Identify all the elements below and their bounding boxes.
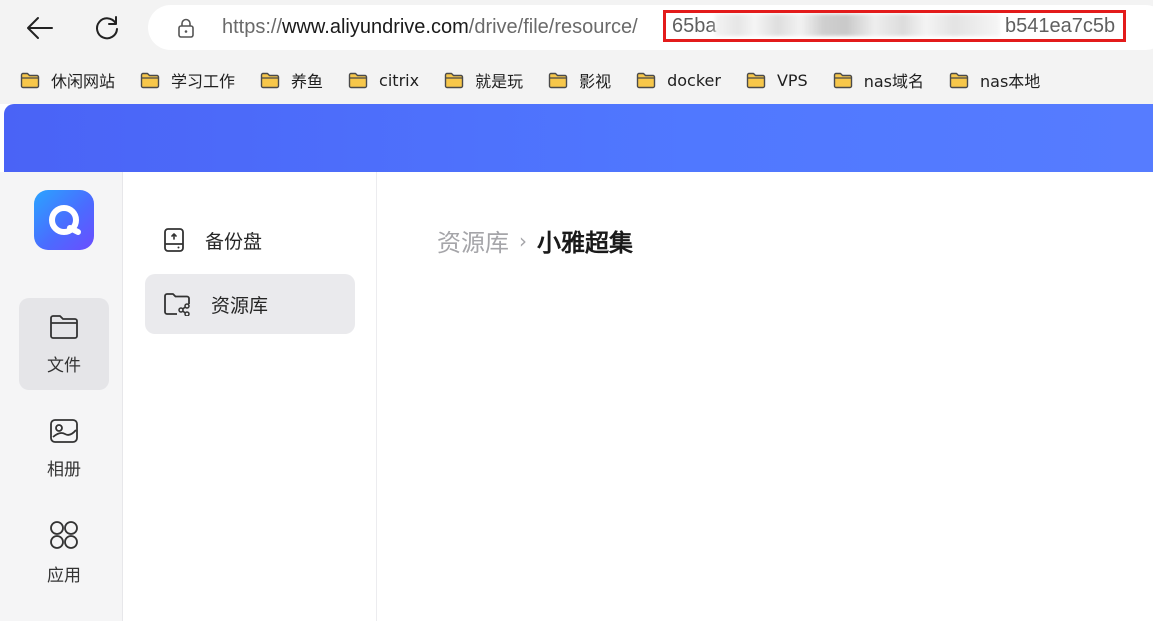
bookmark-item[interactable]: 休闲网站 [20,68,115,92]
folder-icon [140,72,160,88]
bookmark-item[interactable]: 学习工作 [140,68,235,92]
breadcrumb: 资源库 › 小雅超集 [437,223,633,258]
bookmark-item[interactable]: citrix [348,71,419,90]
bookmark-item[interactable]: nas域名 [833,68,924,92]
url-path: /drive/file/resource/ [468,16,638,38]
rail-label-apps: 应用 [47,565,81,586]
app-rail: 文件 相册 应用 [0,172,123,621]
browser-toolbar: https://www.aliyundrive.com/drive/file/r… [0,0,1153,56]
sidenav-label-backup-drive: 备份盘 [205,230,263,253]
folder-icon [50,314,78,339]
bookmark-item[interactable]: nas本地 [949,68,1040,92]
folder-icon [444,72,464,88]
bookmark-item[interactable]: docker [636,71,721,90]
main-content: 资源库 › 小雅超集 [377,172,1153,621]
bookmark-item[interactable]: VPS [746,71,808,90]
bookmark-label: 养鱼 [291,72,324,91]
folder-icon [260,72,280,88]
lock-icon[interactable] [177,18,195,38]
sidenav-item-resource-library[interactable]: 资源库 [145,274,355,334]
breadcrumb-parent-link[interactable]: 资源库 [437,223,509,258]
rail-label-files: 文件 [47,355,81,376]
url-text[interactable]: https://www.aliyundrive.com/drive/file/r… [222,5,638,50]
folder-icon [833,72,852,88]
folder-icon [746,72,766,88]
bookmark-label: VPS [776,70,808,90]
arrow-left-icon [27,17,53,39]
aliyundrive-logo[interactable] [34,190,94,250]
bookmark-label: nas域名 [863,72,924,91]
folder-icon [949,72,969,88]
sidenav-label-resource-library: 资源库 [211,294,269,317]
bookmark-label: 就是玩 [475,72,524,91]
back-button[interactable] [22,10,58,46]
url-prefix: https:// [222,16,283,38]
bookmark-label: nas本地 [980,72,1041,91]
bookmark-item[interactable]: 就是玩 [444,68,523,92]
bookmark-item[interactable]: 养鱼 [260,68,323,92]
rail-item-photos[interactable]: 相册 [19,402,109,494]
bookmark-label: citrix [379,70,420,90]
bookmark-label: 学习工作 [171,72,236,91]
breadcrumb-current: 小雅超集 [537,229,633,257]
bookmark-label: docker [667,70,721,90]
folder-icon [636,72,656,88]
reload-icon [96,16,118,40]
reload-button[interactable] [89,10,125,46]
drive-logo-icon [49,205,81,235]
backup-drive-icon [164,228,184,252]
sidenav-item-backup-drive[interactable]: 备份盘 [145,210,355,270]
drive-sidenav: 备份盘 资源库 [123,172,377,621]
apps-icon [50,520,78,549]
rail-item-apps[interactable]: 应用 [19,506,109,598]
bookmark-label: 休闲网站 [51,72,116,91]
url-host: www.aliyundrive.com [282,16,469,38]
app-header-banner [4,104,1153,172]
shared-folder-icon [164,293,190,316]
bookmarks-bar: 休闲网站 学习工作 养鱼 citrix 就是玩 影视 docker VPS nas域名 nas本地 [0,56,1153,104]
rail-item-files[interactable]: 文件 [19,298,109,390]
folder-icon [548,72,568,88]
folder-icon [20,72,40,88]
rail-label-photos: 相册 [47,459,81,480]
breadcrumb-separator: › [519,228,527,253]
folder-icon [348,72,368,88]
photo-icon [50,418,78,443]
bookmark-item[interactable]: 影视 [548,68,611,92]
url-highlight-box [663,10,1126,42]
bookmark-label: 影视 [579,72,612,91]
